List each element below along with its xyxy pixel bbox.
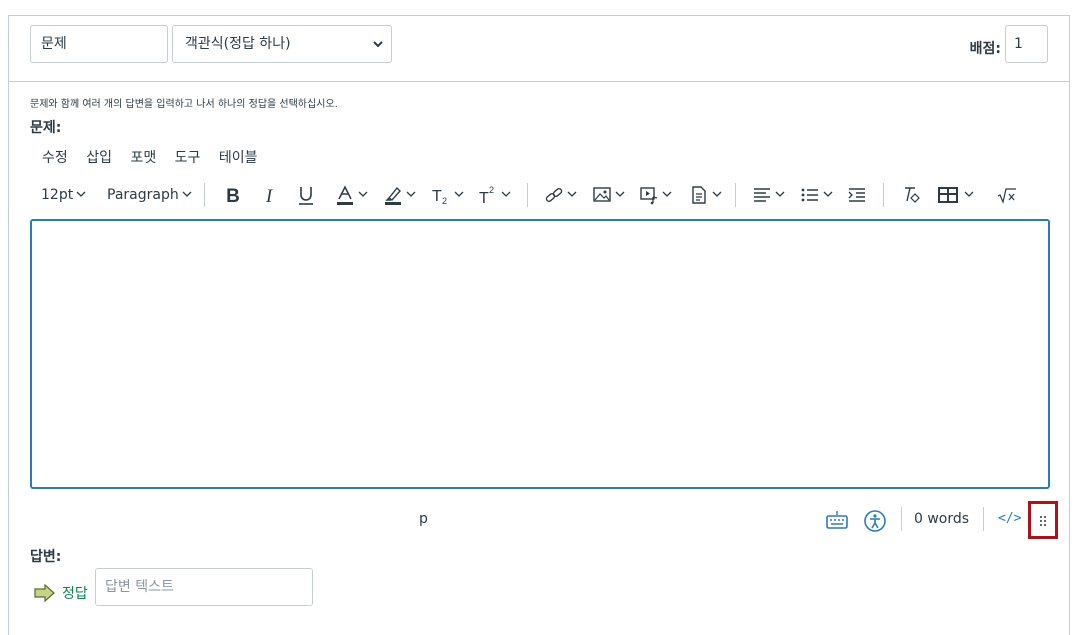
toolbar-divider — [883, 183, 884, 207]
chevron-down-icon — [373, 41, 383, 48]
question-type-select[interactable]: 객관식(정답 하나) — [172, 25, 392, 63]
chevron-down-icon — [964, 191, 974, 197]
indent-button[interactable] — [847, 181, 867, 209]
chevron-down-icon — [454, 191, 464, 197]
table-button[interactable] — [937, 181, 979, 209]
chevron-down-icon — [182, 191, 192, 197]
chevron-down-icon — [712, 191, 722, 197]
image-icon — [593, 187, 611, 202]
accessibility-icon[interactable] — [863, 509, 887, 533]
toolbar-divider — [735, 183, 736, 207]
document-icon — [692, 186, 706, 204]
subscript-button[interactable]: T2 — [431, 181, 467, 209]
highlight-button[interactable] — [383, 181, 419, 209]
menu-format[interactable]: 포맷 — [130, 150, 156, 166]
chevron-down-icon — [615, 191, 625, 197]
link-button[interactable] — [544, 181, 580, 209]
block-format-dropdown[interactable]: Paragraph — [107, 181, 195, 209]
svg-text:T: T — [479, 190, 489, 206]
image-button[interactable] — [592, 181, 628, 209]
html-editor-toggle[interactable]: </> — [998, 511, 1021, 526]
svg-text:2: 2 — [442, 196, 447, 206]
clear-format-button[interactable] — [901, 181, 921, 209]
text-color-button[interactable] — [335, 181, 371, 209]
document-button[interactable] — [689, 181, 725, 209]
underline-button[interactable] — [295, 181, 317, 209]
indent-icon — [848, 188, 865, 202]
underline-icon — [299, 187, 313, 205]
keyboard-icon[interactable] — [825, 509, 849, 531]
question-instructions: 문제와 함께 여러 개의 답변을 입력하고 나서 하나의 정답을 선택하십시오. — [30, 99, 338, 110]
arrow-right-icon — [34, 584, 55, 602]
font-size-dropdown[interactable]: 12pt — [41, 181, 89, 209]
equation-button[interactable] — [996, 181, 1018, 209]
rich-text-editor-area[interactable] — [30, 219, 1050, 489]
superscript-icon: T2 — [479, 185, 494, 206]
svg-text:2: 2 — [489, 185, 494, 195]
statusbar-divider — [983, 507, 984, 531]
bold-icon: B — [226, 186, 240, 206]
link-icon — [545, 188, 563, 202]
superscript-button[interactable]: T2 — [478, 181, 514, 209]
media-button[interactable] — [639, 181, 675, 209]
menu-tools[interactable]: 도구 — [175, 150, 201, 166]
resize-handle[interactable] — [1028, 501, 1058, 539]
chevron-down-icon — [76, 191, 86, 197]
italic-button[interactable]: I — [258, 181, 280, 209]
answer-text-input[interactable]: 답변 텍스트 — [95, 568, 313, 606]
toolbar-divider — [527, 183, 528, 207]
menu-insert[interactable]: 삽입 — [86, 150, 112, 166]
element-path[interactable]: p — [419, 511, 428, 527]
svg-text:T: T — [432, 188, 442, 205]
word-count[interactable]: 0 words — [914, 511, 969, 527]
block-format-value: Paragraph — [107, 187, 179, 203]
chevron-down-icon — [775, 191, 785, 197]
toolbar-divider — [204, 183, 205, 207]
chevron-down-icon — [662, 191, 672, 197]
points-input[interactable]: 1 — [1005, 25, 1048, 63]
list-button[interactable] — [800, 181, 836, 209]
chevron-down-icon — [406, 191, 416, 197]
chevron-down-icon — [567, 191, 577, 197]
editor-statusbar: p 0 words </> — [30, 501, 1058, 541]
italic-icon: I — [265, 186, 274, 206]
align-icon — [754, 188, 770, 202]
question-type-value: 객관식(정답 하나) — [185, 36, 291, 52]
question-header: 문제 객관식(정답 하나) 배점: 1 — [9, 16, 1069, 82]
editor-menubar: 수정 삽입 포맷 도구 테이블 — [42, 147, 272, 167]
chevron-down-icon — [501, 191, 511, 197]
answers-label: 답변: — [30, 549, 62, 565]
list-icon — [801, 188, 818, 202]
chevron-down-icon — [358, 191, 368, 197]
question-label: 문제: — [30, 120, 62, 136]
correct-answer-marker[interactable]: 정답 — [34, 574, 88, 612]
correct-answer-label: 정답 — [62, 586, 88, 602]
align-button[interactable] — [752, 181, 788, 209]
clear-format-icon — [905, 187, 920, 203]
drag-handle-icon — [1040, 516, 1046, 526]
points-label: 배점: — [969, 41, 1001, 57]
text-color-icon — [337, 185, 353, 205]
media-icon — [640, 187, 658, 205]
menu-edit[interactable]: 수정 — [42, 150, 68, 166]
chevron-down-icon — [823, 191, 833, 197]
highlight-icon — [385, 186, 401, 205]
equation-icon — [997, 188, 1016, 204]
editor-toolbar: 12pt Paragraph B I T2 T2 — [41, 181, 1051, 209]
question-name-input[interactable]: 문제 — [30, 25, 168, 63]
svg-text:B: B — [226, 186, 240, 206]
subscript-icon: T2 — [432, 188, 447, 206]
font-size-value: 12pt — [41, 187, 74, 203]
menu-table[interactable]: 테이블 — [219, 150, 258, 166]
svg-text:I: I — [265, 186, 274, 206]
table-icon — [938, 187, 958, 203]
bold-button[interactable]: B — [222, 181, 244, 209]
question-panel: 문제 객관식(정답 하나) 배점: 1 문제와 함께 여러 개의 답변을 입력하… — [8, 15, 1070, 635]
statusbar-divider — [901, 507, 902, 531]
